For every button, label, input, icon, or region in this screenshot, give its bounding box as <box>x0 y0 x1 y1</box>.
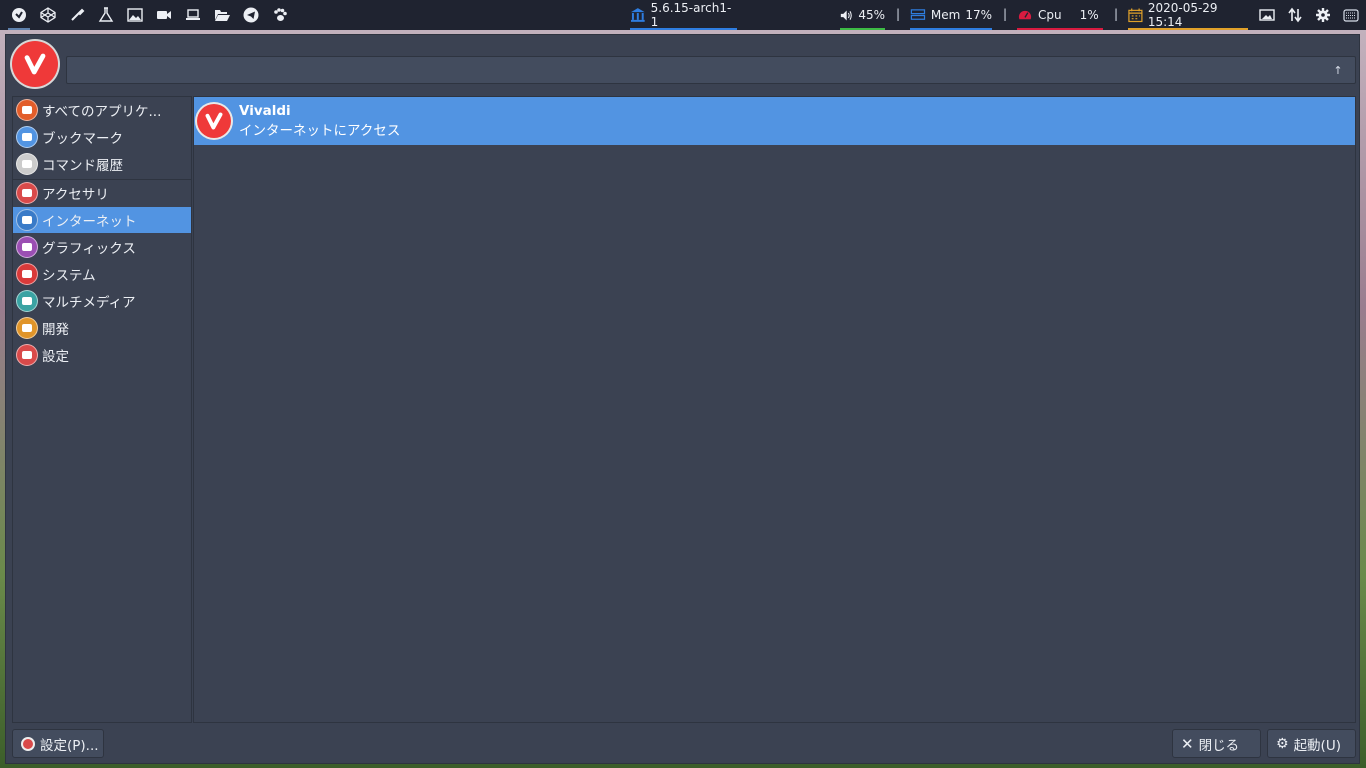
category-sidebar: すべてのアプリケ... ブックマーク コマンド履歴 アクセサリインターネット グラフィッ… <box>12 96 192 723</box>
volume-icon <box>840 10 852 20</box>
bookmark-folder-icon <box>16 126 38 148</box>
vivaldi-icon <box>197 104 231 138</box>
sidebar-item-label: インターネット <box>42 214 137 230</box>
close-button[interactable]: ✕ 閉じる <box>1172 729 1261 758</box>
screenshot-icon[interactable] <box>1254 0 1280 30</box>
separator: | <box>1114 7 1119 21</box>
system-tray <box>1254 0 1366 30</box>
all-apps-icon <box>16 99 38 121</box>
graphics-icon <box>16 236 38 258</box>
memory-indicator: Mem 17% <box>910 0 992 30</box>
kernel-indicator: 5.6.15-arch1-1 <box>630 0 737 30</box>
sidebar-item-label: コマンド履歴 <box>42 158 123 174</box>
separator: | <box>896 7 901 21</box>
memory-value: 17% <box>965 8 992 22</box>
vivaldi-logo-icon <box>12 41 58 87</box>
image-icon[interactable] <box>120 0 149 30</box>
cpu-indicator: Cpu 1% <box>1017 0 1103 30</box>
launch-button-label: 起動(U) <box>1293 737 1341 754</box>
settings-round-icon <box>21 736 35 751</box>
flask-icon[interactable] <box>91 0 120 30</box>
sidebar-item-graphics[interactable]: グラフィックス <box>13 234 191 260</box>
telegram-icon[interactable] <box>236 0 265 30</box>
sidebar-item-gears[interactable]: コマンド履歴 <box>13 151 191 177</box>
sidebar-item-label: アクセサリ <box>42 187 109 203</box>
sidebar-item-internet[interactable]: インターネット <box>13 207 191 233</box>
datetime: 2020-05-29 15:14 <box>1147 1 1218 29</box>
volume-value: 45% <box>858 8 885 22</box>
gauge-icon <box>1018 10 1032 19</box>
bank-icon <box>630 8 645 22</box>
gears-icon <box>16 153 38 175</box>
sidebar-item-label: マルチメディア <box>42 295 136 311</box>
gear-icon[interactable] <box>1310 0 1336 30</box>
settings-button-label: 設定(P)... <box>40 737 99 754</box>
internet-icon <box>16 209 38 231</box>
development-icon <box>16 317 38 339</box>
launcher-icons <box>0 0 294 30</box>
sidebar-item-multimedia[interactable]: マルチメディア <box>13 288 191 314</box>
sidebar-item-all-apps[interactable]: すべてのアプリケ... <box>13 97 191 123</box>
gears-icon: ⚙ <box>1276 735 1289 752</box>
close-button-label: 閉じる <box>1198 737 1240 754</box>
sidebar-item-system[interactable]: システム <box>13 261 191 287</box>
video-camera-icon[interactable] <box>149 0 178 30</box>
app-list-item[interactable]: Vivaldi インターネットにアクセス <box>194 97 1355 145</box>
application-list: Vivaldi インターネットにアクセス <box>193 96 1356 723</box>
app-name: Vivaldi <box>239 103 291 119</box>
sidebar-item-development[interactable]: 開発 <box>13 315 191 341</box>
paw-icon[interactable] <box>265 0 294 30</box>
color-picker-icon[interactable] <box>62 0 91 30</box>
keyboard-icon[interactable] <box>1338 0 1364 30</box>
sidebar-item-label: システム <box>42 268 96 284</box>
memory-label: Mem <box>930 8 961 22</box>
sidebar-item-label: 設定 <box>42 349 69 365</box>
clock-indicator[interactable]: 2020-05-29 15:14 <box>1128 0 1248 30</box>
settings-button[interactable]: 設定(P)... <box>12 729 104 758</box>
laptop-icon[interactable] <box>178 0 207 30</box>
folder-open-icon[interactable] <box>207 0 236 30</box>
calendar-icon <box>1128 8 1143 23</box>
top-panel: 5.6.15-arch1-1 45% | Mem 17% | Cpu 1% | … <box>0 0 1366 30</box>
cpu-value: 1% <box>1079 8 1099 22</box>
volume-indicator[interactable]: 45% <box>840 0 885 30</box>
sidebar-divider <box>13 179 191 180</box>
multimedia-icon <box>16 290 38 312</box>
sidebar-item-accessories[interactable]: アクセサリ <box>13 180 191 206</box>
cpu-label: Cpu <box>1038 8 1062 22</box>
accessories-icon <box>16 182 38 204</box>
sidebar-item-label: ブックマーク <box>42 131 123 147</box>
app-description: インターネットにアクセス <box>239 123 401 139</box>
sidebar-item-bookmark-folder[interactable]: ブックマーク <box>13 124 191 150</box>
system-icon <box>16 263 38 285</box>
sidebar-item-label: すべてのアプリケ... <box>42 104 162 120</box>
kernel-version: 5.6.15-arch1-1 <box>650 1 732 29</box>
memory-icon <box>910 8 926 20</box>
codepen-icon[interactable] <box>33 0 62 30</box>
network-arrows-icon[interactable] <box>1282 0 1308 30</box>
application-finder-window: ↑ すべてのアプリケ... ブックマーク コマンド履歴 アクセサリインターネット グラフ… <box>5 34 1360 764</box>
search-input[interactable] <box>66 56 1356 84</box>
separator: | <box>1003 7 1008 21</box>
browser-icon[interactable] <box>4 0 33 30</box>
sidebar-item-settings[interactable]: 設定 <box>13 342 191 368</box>
launch-button[interactable]: ⚙ 起動(U) <box>1267 729 1356 758</box>
history-up-arrow-icon[interactable]: ↑ <box>1331 64 1345 78</box>
sidebar-item-label: グラフィックス <box>42 241 136 257</box>
sidebar-item-label: 開発 <box>42 322 69 338</box>
settings-icon <box>16 344 38 366</box>
close-icon: ✕ <box>1181 734 1194 753</box>
